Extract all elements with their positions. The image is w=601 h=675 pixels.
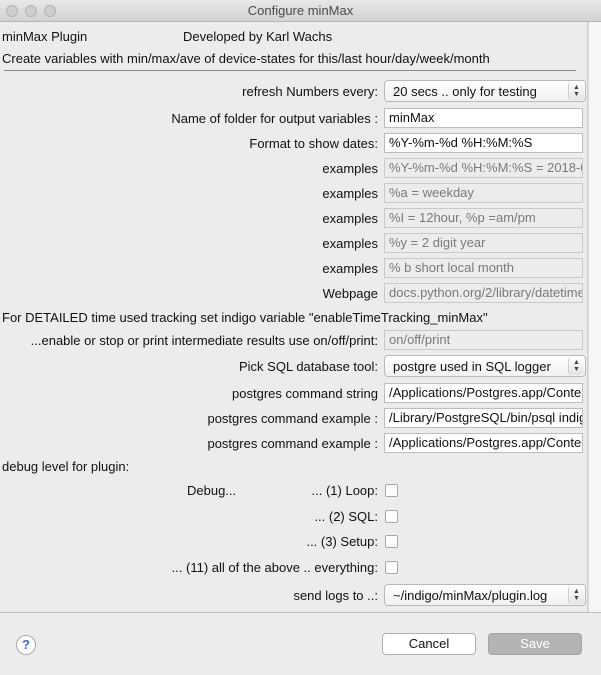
date-format-input[interactable]: %Y-%m-%d %H:%M:%S: [384, 133, 583, 153]
logs-popup[interactable]: ~/indigo/minMax/plugin.log ▲ ▼: [384, 584, 586, 606]
logs-label: send logs to ..:: [293, 588, 378, 603]
tracking-note: For DETAILED time used tracking set indi…: [2, 310, 488, 325]
example-label: examples: [322, 236, 378, 251]
example-field: %I = 12hour, %p =am/pm: [384, 208, 583, 228]
webpage-field: docs.python.org/2/library/datetime: [384, 283, 583, 303]
refresh-popup[interactable]: 20 secs .. only for testing ▲ ▼: [384, 80, 586, 102]
pg-example-input[interactable]: /Applications/Postgres.app/Contents: [384, 433, 583, 453]
example-label: examples: [322, 186, 378, 201]
pg-command-input[interactable]: /Applications/Postgres.app/Contents: [384, 383, 583, 403]
folder-label: Name of folder for output variables :: [171, 111, 378, 126]
popup-arrows-icon: ▲ ▼: [568, 82, 584, 100]
debug-all-checkbox[interactable]: [385, 561, 398, 574]
folder-input[interactable]: minMax: [384, 108, 583, 128]
print-results-label: ...enable or stop or print intermediate …: [30, 333, 378, 348]
title-bar: Configure minMax: [0, 0, 601, 22]
example-label: examples: [322, 161, 378, 176]
plugin-description: Create variables with min/max/ave of dev…: [2, 51, 490, 66]
cancel-button[interactable]: Cancel: [382, 633, 476, 655]
pg-example-input[interactable]: /Library/PostgreSQL/bin/psql indigo: [384, 408, 583, 428]
button-bar: ? Cancel Save: [0, 612, 601, 675]
refresh-popup-value: 20 secs .. only for testing: [393, 84, 537, 99]
debug-setup-label: ... (3) Setup:: [306, 534, 378, 549]
config-pane: minMax Plugin Developed by Karl Wachs Cr…: [0, 22, 588, 612]
window-title: Configure minMax: [247, 3, 354, 18]
sql-tool-popup[interactable]: postgre used in SQL logger ▲ ▼: [384, 355, 586, 377]
debug-sql-checkbox[interactable]: [385, 510, 398, 523]
example-label: examples: [322, 261, 378, 276]
vertical-scrollbar[interactable]: [588, 22, 601, 612]
print-results-field: on/off/print: [384, 330, 583, 350]
plugin-name: minMax Plugin: [2, 29, 88, 44]
refresh-label: refresh Numbers every:: [242, 84, 378, 99]
debug-all-label: ... (11) all of the above .. everything:: [171, 560, 378, 575]
logs-popup-value: ~/indigo/minMax/plugin.log: [393, 588, 548, 603]
popup-arrows-icon: ▲ ▼: [568, 586, 584, 604]
developer-credit: Developed by Karl Wachs: [183, 29, 333, 44]
example-label: examples: [322, 211, 378, 226]
example-field: %a = weekday: [384, 183, 583, 203]
example-field: %Y-%m-%d %H:%M:%S = 2018-0: [384, 158, 583, 178]
debug-loop-checkbox[interactable]: [385, 484, 398, 497]
help-button[interactable]: ?: [16, 635, 36, 655]
pg-command-label: postgres command string: [232, 386, 378, 401]
date-format-label: Format to show dates:: [249, 136, 378, 151]
pg-example-label: postgres command example :: [207, 411, 378, 426]
header-separator: [4, 70, 576, 71]
debug-sql-label: ... (2) SQL:: [314, 509, 378, 524]
example-field: %y = 2 digit year: [384, 233, 583, 253]
debug-setup-checkbox[interactable]: [385, 535, 398, 548]
popup-arrows-icon: ▲ ▼: [568, 357, 584, 375]
debug-loop-label: ... (1) Loop:: [311, 483, 378, 498]
sql-tool-label: Pick SQL database tool:: [239, 359, 378, 374]
debug-label: Debug...: [187, 483, 237, 498]
webpage-label: Webpage: [322, 286, 378, 301]
debug-heading: debug level for plugin:: [2, 459, 130, 474]
example-field: % b short local month: [384, 258, 583, 278]
save-button[interactable]: Save: [488, 633, 582, 655]
pg-example-label: postgres command example :: [207, 436, 378, 451]
sql-tool-popup-value: postgre used in SQL logger: [393, 359, 551, 374]
